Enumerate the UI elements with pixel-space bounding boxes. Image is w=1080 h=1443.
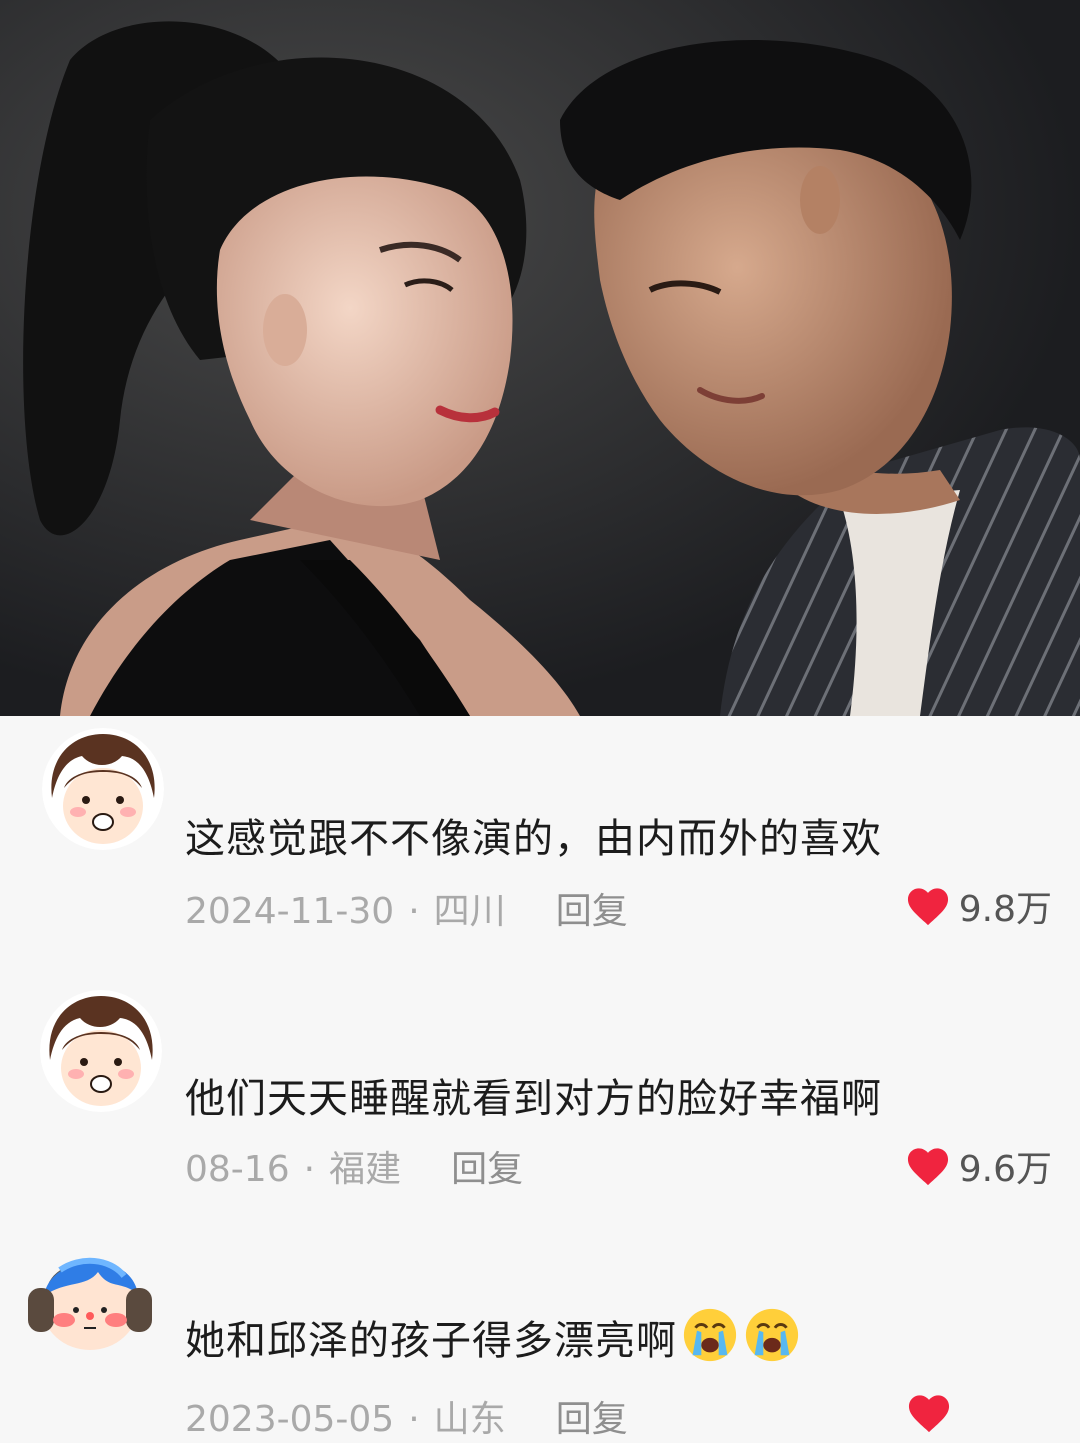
- couple-photo-illustration: [0, 0, 1080, 716]
- meta-separator: ·: [303, 1149, 316, 1190]
- post-photo[interactable]: [0, 0, 1080, 716]
- heart-icon: [907, 888, 948, 926]
- heart-icon: [908, 1395, 950, 1433]
- meta-separator: ·: [408, 1399, 420, 1440]
- headphones-avatar-icon[interactable]: [20, 1236, 160, 1358]
- comment-text: 他们天天睡醒就看到对方的脸好幸福啊: [185, 1076, 882, 1122]
- crying-face-icon: [683, 1308, 737, 1362]
- comment-location: 山东: [433, 1399, 506, 1440]
- comment-item: 她和邱泽的孩子得多漂亮啊 2023-05-05 · 山东 回复: [0, 1206, 1080, 1443]
- comment-meta: 2024-11-30 · 四川 回复: [185, 882, 628, 934]
- comment-text: 她和邱泽的孩子得多漂亮啊: [185, 1306, 801, 1366]
- like-button[interactable]: 9.6万: [905, 1140, 1052, 1192]
- comment-date: 08-16: [185, 1149, 290, 1190]
- girl-avatar-icon[interactable]: [40, 990, 162, 1112]
- reply-button[interactable]: 回复: [556, 891, 628, 932]
- girl-avatar-icon[interactable]: [42, 728, 164, 850]
- comment-meta: 08-16 · 福建 回复: [185, 1140, 523, 1192]
- comment-meta: 2023-05-05 · 山东 回复: [185, 1390, 628, 1442]
- comment-text: 这感觉跟不不像演的，由内而外的喜欢: [185, 816, 882, 862]
- like-button[interactable]: [906, 1392, 960, 1434]
- comment-text-content: 她和邱泽的孩子得多漂亮啊: [185, 1318, 677, 1364]
- comment-item: 这感觉跟不不像演的，由内而外的喜欢 2024-11-30 · 四川 回复 9.8万: [0, 716, 1080, 976]
- like-button[interactable]: 9.8万: [905, 880, 1052, 932]
- comment-location: 四川: [433, 891, 506, 932]
- comment-date: 2023-05-05: [185, 1399, 395, 1440]
- heart-icon: [907, 1148, 948, 1186]
- comment-item: 他们天天睡醒就看到对方的脸好幸福啊 08-16 · 福建 回复 9.6万: [0, 976, 1080, 1206]
- crying-face-icon: [745, 1308, 799, 1362]
- like-count: 9.8万: [958, 889, 1052, 930]
- reply-button[interactable]: 回复: [556, 1399, 628, 1440]
- meta-separator: ·: [408, 891, 420, 932]
- reply-button[interactable]: 回复: [451, 1149, 523, 1190]
- comment-date: 2024-11-30: [185, 891, 395, 932]
- comment-location: 福建: [329, 1149, 402, 1190]
- like-count: 9.6万: [958, 1149, 1052, 1190]
